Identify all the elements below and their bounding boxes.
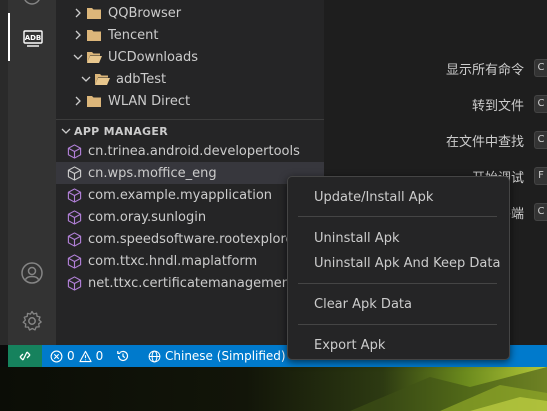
activity-item-account[interactable] (8, 249, 56, 297)
tree-item-tencent[interactable]: Tencent (56, 24, 324, 46)
context-menu: Update/Install Apk Uninstall Apk Uninsta… (287, 176, 510, 360)
package-item[interactable]: com.example.myapplication (56, 184, 324, 206)
package-icon (66, 231, 82, 247)
package-label: net.ttxc.certificatemanagement (88, 275, 296, 291)
command-go-to-file[interactable]: 转到文件 C (472, 94, 547, 114)
keybinding: C (534, 59, 547, 77)
chevron-right-icon (70, 5, 86, 21)
activity-item-adb[interactable]: ADB (8, 13, 56, 61)
tree-item-label: adbTest (116, 71, 167, 87)
language-indicator[interactable]: Chinese (Simplified) (148, 345, 286, 367)
tree-item-label: QQBrowser (108, 5, 182, 21)
keybinding: F (534, 167, 547, 185)
menu-separator (298, 324, 497, 325)
tree-item-wlan-direct[interactable]: WLAN Direct (56, 90, 324, 112)
tree-item-label: WLAN Direct (108, 93, 191, 109)
menu-separator (298, 216, 497, 217)
activity-bar: ADB (8, 0, 56, 345)
tree-item-qqbrowser[interactable]: QQBrowser (56, 2, 324, 24)
menu-item-export-apk[interactable]: Export Apk (288, 333, 509, 357)
desktop-wallpaper (0, 367, 547, 411)
chevron-down-icon (70, 49, 86, 65)
tree-item-label: UCDownloads (108, 49, 198, 65)
command-show-all[interactable]: 显示所有命令 C (446, 58, 547, 78)
package-icon (66, 143, 82, 159)
globe-icon (148, 350, 161, 362)
app-manager-title: APP MANAGER (74, 124, 168, 138)
package-label: cn.wps.moffice_eng (88, 165, 217, 181)
menu-item-uninstall-apk[interactable]: Uninstall Apk (288, 226, 509, 250)
warning-icon (79, 350, 92, 362)
error-icon (50, 350, 63, 362)
tree-item-label: Tencent (108, 27, 159, 43)
history-icon (117, 350, 129, 362)
remote-indicator[interactable] (8, 345, 42, 367)
sidebar: QQBrowser Tencent UCDownloads adbTest WL… (56, 0, 324, 345)
desktop-edge (0, 345, 8, 367)
keybinding: C (534, 131, 547, 149)
folder-open-icon (94, 71, 110, 87)
package-item[interactable]: com.oray.sunlogin (56, 206, 324, 228)
menu-separator (298, 283, 497, 284)
package-item[interactable]: com.ttxc.hndl.maplatform (56, 250, 324, 272)
command-find-in-files[interactable]: 在文件中查找 C (446, 130, 547, 150)
package-item[interactable]: net.ttxc.certificatemanagement (56, 272, 324, 294)
package-icon (66, 275, 82, 291)
folder-icon (86, 5, 102, 21)
language-label: Chinese (Simplified) (165, 349, 286, 363)
package-label: com.ttxc.hndl.maplatform (88, 253, 258, 269)
adb-icon: ADB (23, 30, 43, 47)
history-indicator[interactable] (116, 345, 130, 367)
package-icon (66, 187, 82, 203)
account-icon (21, 262, 43, 284)
package-item[interactable]: com.speedsoftware.rootexplorer (56, 228, 324, 250)
chevron-right-icon (70, 27, 86, 43)
package-icon (66, 165, 82, 181)
chevron-right-icon (70, 93, 86, 109)
package-label: com.oray.sunlogin (88, 209, 207, 225)
warning-count: 0 (95, 349, 104, 363)
package-icon (66, 209, 82, 225)
keybinding: C (534, 203, 547, 221)
package-item[interactable]: cn.trinea.android.developertools (56, 140, 324, 162)
menu-item-clear-apk-data[interactable]: Clear Apk Data (288, 292, 509, 316)
command-label: 显示所有命令 (445, 62, 524, 78)
partial-icon (24, 0, 40, 5)
package-icon (66, 253, 82, 269)
chevron-down-icon (78, 71, 94, 87)
tree-item-ucdownloads[interactable]: UCDownloads (56, 46, 324, 68)
package-label: com.speedsoftware.rootexplorer (88, 231, 299, 247)
app-manager-header[interactable]: APP MANAGER (56, 119, 324, 142)
command-label: 转到文件 (471, 98, 524, 114)
package-label: cn.trinea.android.developertools (88, 143, 300, 159)
svg-text:ADB: ADB (25, 34, 42, 42)
package-label: com.example.myapplication (88, 187, 273, 203)
remote-icon (19, 351, 31, 361)
tree-item-adbtest[interactable]: adbTest (56, 68, 324, 90)
folder-icon (86, 93, 102, 109)
wallpaper-image (350, 367, 547, 411)
folder-open-icon (86, 49, 102, 65)
gear-icon (22, 310, 42, 331)
activity-item-manage[interactable] (8, 297, 56, 345)
chevron-down-icon (58, 123, 74, 139)
error-count: 0 (67, 349, 75, 363)
menu-item-update-install-apk[interactable]: Update/Install Apk (288, 185, 509, 209)
problems-indicator[interactable]: 0 0 (50, 345, 103, 367)
folder-icon (86, 27, 102, 43)
command-label: 在文件中查找 (445, 134, 524, 150)
desktop-edge (0, 0, 8, 345)
package-item-selected[interactable]: cn.wps.moffice_eng (56, 162, 324, 184)
keybinding: C (534, 95, 547, 113)
menu-item-uninstall-keep-data[interactable]: Uninstall Apk And Keep Data (288, 251, 509, 275)
